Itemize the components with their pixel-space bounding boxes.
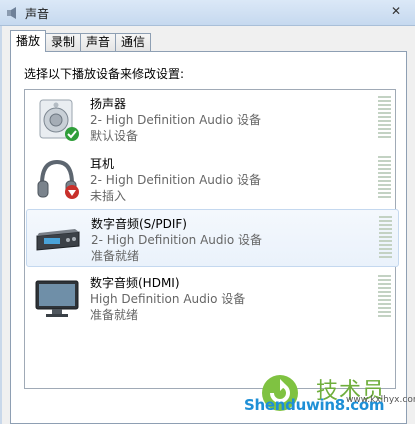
tab-communications[interactable]: 通信 (115, 33, 152, 52)
volume-meter (378, 96, 391, 142)
sound-dialog: 播放 录制 声音 通信 选择以下播放设备来修改设置: 扬声器 2- High D… (2, 26, 415, 424)
device-name: 扬声器 (90, 97, 127, 111)
tab-bar: 播放 录制 声音 通信 (10, 30, 152, 52)
tab-playback[interactable]: 播放 (10, 30, 47, 52)
device-item-spdif[interactable]: 数字音频(S/PDIF) 2- High Definition Audio 设备… (26, 209, 399, 267)
volume-meter (378, 275, 391, 321)
device-status: 未插入 (90, 189, 127, 203)
tab-recording[interactable]: 录制 (45, 33, 82, 52)
close-button[interactable]: ✕ (382, 2, 410, 20)
volume-meter (379, 216, 392, 262)
watermark-url: www.kxlhyx.com (346, 395, 415, 405)
device-item-headphones[interactable]: 耳机 2- High Definition Audio 设备 未插入 (26, 150, 399, 208)
sound-icon (7, 7, 16, 19)
instruction-text: 选择以下播放设备来修改设置: (24, 67, 185, 81)
device-name: 数字音频(S/PDIF) (91, 217, 187, 231)
device-list[interactable]: 扬声器 2- High Definition Audio 设备 默认设备 耳机 … (24, 89, 399, 389)
device-item-speakers[interactable]: 扬声器 2- High Definition Audio 设备 默认设备 (26, 90, 399, 148)
device-status: 准备就绪 (90, 308, 139, 322)
device-status: 准备就绪 (91, 249, 140, 263)
device-description: 2- High Definition Audio 设备 (90, 113, 262, 127)
device-description: 2- High Definition Audio 设备 (91, 233, 263, 247)
unplugged-icon (65, 185, 79, 199)
volume-meter (378, 156, 391, 202)
close-icon: ✕ (390, 4, 402, 18)
device-item-hdmi[interactable]: 数字音频(HDMI) High Definition Audio 设备 准备就绪 (26, 269, 399, 327)
device-description: 2- High Definition Audio 设备 (90, 173, 262, 187)
device-name: 数字音频(HDMI) (90, 276, 180, 290)
playback-panel: 选择以下播放设备来修改设置: 扬声器 2- High Definition Au… (10, 51, 407, 424)
default-check-icon (65, 127, 79, 141)
window-title: 声音 (25, 7, 50, 21)
title-bar: 声音 ✕ (0, 0, 415, 26)
device-name: 耳机 (90, 157, 115, 171)
digital-audio-icon (36, 229, 80, 251)
device-description: High Definition Audio 设备 (90, 292, 246, 306)
hdmi-monitor-icon (35, 280, 79, 317)
tab-sounds[interactable]: 声音 (80, 33, 117, 52)
device-status: 默认设备 (90, 129, 139, 143)
